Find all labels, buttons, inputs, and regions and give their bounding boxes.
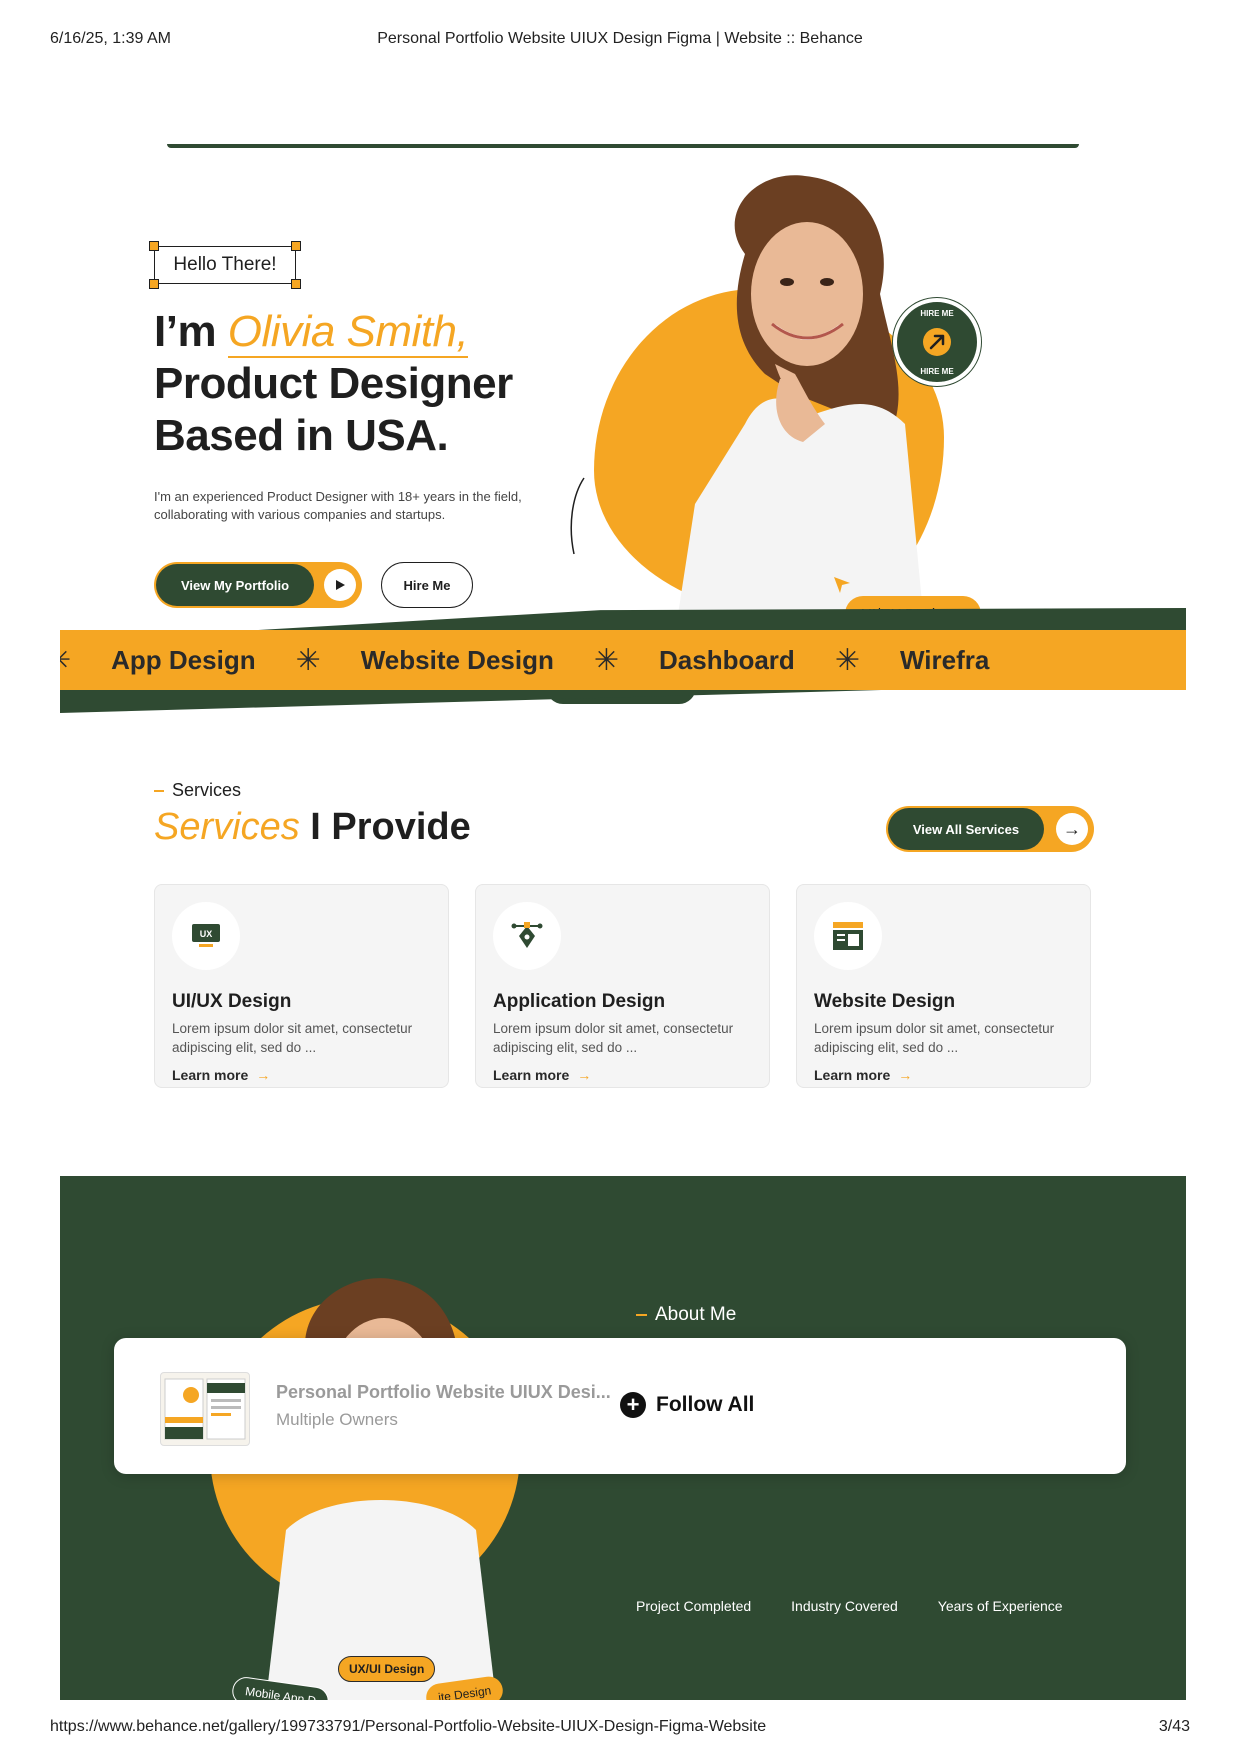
about-eyebrow-text: About Me (655, 1304, 737, 1325)
view-portfolio-button[interactable]: View My Portfolio (154, 562, 362, 608)
tag-corner-handle (149, 279, 159, 289)
hero-visual: HIRE ME HIRE ME (580, 174, 1120, 634)
stats-row: Project Completed Industry Covered Years… (636, 1598, 1063, 1614)
learn-more-label: Learn more (814, 1067, 891, 1083)
tag-corner-handle (291, 241, 301, 251)
service-description: Lorem ipsum dolor sit amet, consectetur … (814, 1021, 1055, 1055)
marquee-item: Wirefra (899, 644, 990, 675)
service-description: Lorem ipsum dolor sit amet, consectetur … (493, 1021, 734, 1055)
about-eyebrow: About Me (636, 1304, 736, 1326)
marquee-item: Website Design (360, 644, 554, 675)
about-portrait-photo (266, 1278, 496, 1700)
service-card-application[interactable]: Application Design Lorem ipsum dolor sit… (475, 884, 770, 1088)
learn-more-link[interactable]: Learn more → (493, 1067, 591, 1083)
decorative-swirl (570, 477, 585, 555)
cursor-arrow-icon (834, 577, 850, 593)
hero-description: I'm an experienced Product Designer with… (154, 489, 522, 522)
services-heading: Services I Provide (154, 806, 471, 849)
view-all-services-label: View All Services (888, 808, 1044, 850)
project-follow-bar: Personal Portfolio Website UIUX Desi... … (114, 1338, 1126, 1474)
asterisk-icon: ✳ (834, 643, 860, 677)
nav-divider (167, 144, 1079, 148)
stat-label: Industry Covered (791, 1598, 898, 1614)
service-title: Application Design (493, 991, 666, 1012)
eyebrow-dash (636, 1314, 647, 1316)
arrow-right-icon: → (1056, 813, 1088, 845)
services-heading-accent: Services (154, 806, 300, 848)
services-eyebrow: Services (154, 780, 241, 801)
service-title: Website Design (814, 991, 956, 1012)
svg-text:HIRE ME: HIRE ME (920, 309, 954, 318)
eyebrow-dash (154, 789, 164, 792)
portrait-photo (675, 175, 925, 634)
project-thumbnail[interactable] (160, 1372, 250, 1446)
services-heading-rest: I Provide (299, 806, 471, 848)
asterisk-icon: ✳ (295, 643, 321, 677)
svg-text:UX: UX (200, 929, 213, 939)
view-portfolio-label: View My Portfolio (156, 564, 314, 606)
arrow-right-icon: → (256, 1067, 271, 1083)
learn-more-link[interactable]: Learn more → (172, 1067, 270, 1083)
hero-name: Olivia Smith, (227, 307, 469, 358)
uxui-design-tag: UX/UI Design (338, 1656, 436, 1682)
learn-more-label: Learn more (493, 1067, 570, 1083)
play-icon (324, 569, 356, 601)
stat-label: Years of Experience (937, 1598, 1063, 1614)
print-title: Personal Portfolio Website UIUX Design F… (377, 30, 863, 47)
service-title: UI/UX Design (172, 991, 292, 1012)
arrow-right-icon: → (577, 1067, 592, 1083)
hero-im: I’m (154, 307, 228, 356)
service-card-website[interactable]: Website Design Lorem ipsum dolor sit ame… (796, 884, 1091, 1088)
project-title[interactable]: Personal Portfolio Website UIUX Desi... (276, 1382, 626, 1403)
service-card-uiux[interactable]: UX UI/UX Design Lorem ipsum dolor sit am… (154, 884, 449, 1088)
hire-me-label: Hire Me (403, 577, 451, 593)
hire-me-badge[interactable]: HIRE ME HIRE ME (893, 298, 981, 386)
stat-label: Project Completed (636, 1598, 752, 1614)
print-url: https://www.behance.net/gallery/19973379… (50, 1718, 767, 1735)
follow-all-label: Follow All (656, 1393, 755, 1416)
tag-corner-handle (149, 241, 159, 251)
browser-window-icon (814, 902, 882, 970)
print-footer: https://www.behance.net/gallery/19973379… (50, 1718, 1190, 1740)
skills-marquee: ✳ App Design ✳ Website Design ✳ Dashboar… (60, 630, 1186, 690)
svg-text:HIRE ME: HIRE ME (920, 367, 954, 376)
project-owners[interactable]: Multiple Owners (276, 1410, 398, 1430)
service-description: Lorem ipsum dolor sit amet, consectetur … (172, 1021, 413, 1055)
print-page-number: 3/43 (1158, 1718, 1190, 1735)
follow-all-button[interactable]: + Follow All (620, 1392, 754, 1418)
pen-tool-icon (493, 902, 561, 970)
marquee-item: Dashboard (659, 644, 795, 675)
hire-me-button[interactable]: Hire Me (381, 562, 473, 608)
arrow-right-icon: → (898, 1067, 913, 1083)
asterisk-icon: ✳ (60, 643, 71, 678)
ux-monitor-icon: UX (172, 902, 240, 970)
learn-more-label: Learn more (172, 1067, 249, 1083)
marquee-item: App Design (111, 644, 256, 675)
asterisk-icon: ✳ (593, 643, 619, 677)
tag-corner-handle (291, 279, 301, 289)
learn-more-link[interactable]: Learn more → (814, 1067, 912, 1083)
view-all-services-button[interactable]: View All Services → (886, 806, 1094, 852)
print-header: 6/16/25, 1:39 AM Personal Portfolio Webs… (50, 30, 1190, 52)
hello-tag: Hello There! (149, 241, 301, 289)
services-eyebrow-text: Services (172, 780, 242, 800)
hello-text: Hello There! (173, 254, 277, 275)
plus-circle-icon: + (620, 1392, 646, 1418)
